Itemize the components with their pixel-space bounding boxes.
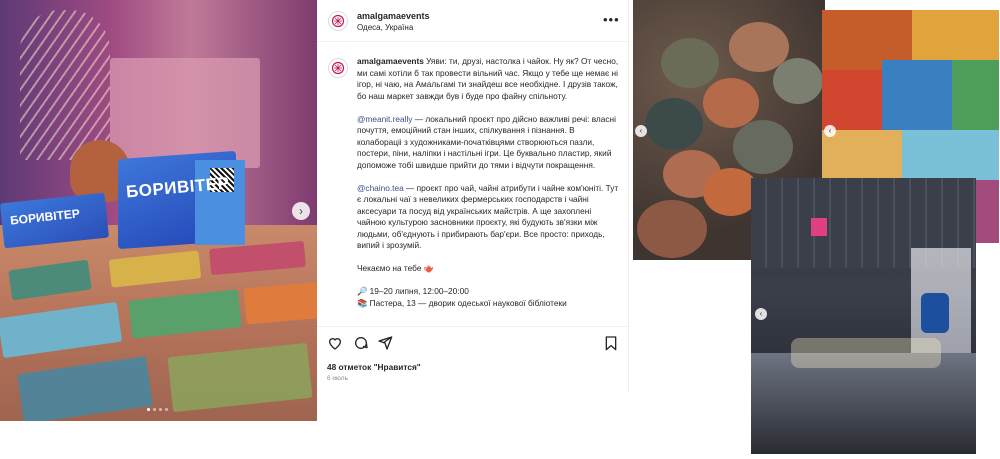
gallery-photo-market-stand[interactable]: ‹ <box>751 178 976 454</box>
post-location[interactable]: Одеса, Україна <box>357 23 413 32</box>
mention-link[interactable]: @chaino.tea <box>357 183 404 193</box>
share-icon[interactable] <box>377 335 393 351</box>
chevron-left-icon[interactable]: ‹ <box>824 125 836 137</box>
comment-icon[interactable] <box>353 335 369 351</box>
chevron-left-icon[interactable]: ‹ <box>635 125 647 137</box>
event-place: 📚 Пастера, 13 — дворик одеської наукової… <box>357 297 567 308</box>
post-photo-board-game: БОРИВІТЕР БОРИВІТЕР › <box>0 0 317 421</box>
heart-icon[interactable] <box>327 335 343 351</box>
post-date: 6 июль <box>327 375 348 382</box>
chevron-left-icon[interactable]: ‹ <box>755 308 767 320</box>
carousel-dot <box>147 408 150 411</box>
post-header: amalgamaevents Одеса, Україна ••• <box>317 0 629 42</box>
event-time: 🔎 19–20 липня, 12:00–20:00 <box>357 286 469 296</box>
post-actions <box>317 326 629 356</box>
carousel-dot <box>159 408 162 411</box>
bookmark-icon[interactable] <box>603 335 619 351</box>
logo-icon <box>331 61 345 75</box>
instagram-post-page: БОРИВІТЕР БОРИВІТЕР › amalgamaevents Оде… <box>0 0 1000 459</box>
post-username[interactable]: amalgamaevents <box>357 11 430 21</box>
post-caption: amalgamaevents Уяви: ти, друзі, настолка… <box>357 56 621 326</box>
caption-text-4: Чекаємо на тебе 🫖 <box>357 263 435 273</box>
post-panel: amalgamaevents Одеса, Україна ••• amalga… <box>317 0 629 392</box>
avatar[interactable] <box>328 11 348 31</box>
more-icon[interactable]: ••• <box>603 12 620 27</box>
logo-icon <box>331 14 345 28</box>
caption-username[interactable]: amalgamaevents <box>357 56 424 66</box>
mention-link[interactable]: @meanit.really <box>357 114 412 124</box>
chevron-right-icon[interactable]: › <box>292 202 310 220</box>
caption-avatar[interactable] <box>328 58 348 78</box>
carousel-dot <box>165 408 168 411</box>
photo-shelf <box>110 58 260 168</box>
carousel-dots <box>147 408 168 411</box>
photo-table <box>0 225 317 421</box>
likes-count[interactable]: 48 отметок "Нравится" <box>327 362 421 372</box>
pampas-grass-decor <box>20 10 110 160</box>
carousel-dot <box>153 408 156 411</box>
